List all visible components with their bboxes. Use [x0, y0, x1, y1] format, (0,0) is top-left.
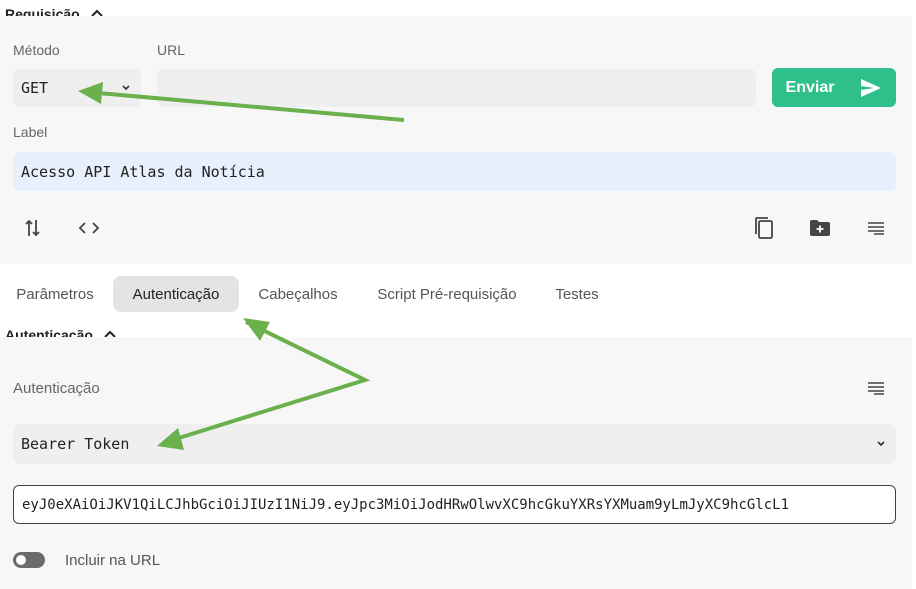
method-value: GET	[21, 79, 49, 97]
method-label: Método	[13, 42, 60, 58]
copy-icon	[755, 217, 773, 239]
auth-format-button[interactable]	[864, 376, 888, 400]
tab-parametros[interactable]: Parâmetros	[0, 276, 110, 312]
send-icon	[861, 78, 882, 97]
method-select[interactable]: GET	[13, 69, 141, 107]
sort-button[interactable]	[21, 216, 45, 240]
format-lines-icon	[868, 382, 884, 395]
new-folder-button[interactable]	[808, 216, 832, 240]
tab-label: Script Pré-requisição	[377, 285, 517, 303]
label-field-label: Label	[13, 124, 48, 140]
bearer-token-input[interactable]: eyJ0eXAiOiJKV1QiLCJhbGciOiJIUzI1NiJ9.eyJ…	[13, 485, 896, 524]
auth-type-value: Bearer Token	[21, 435, 130, 453]
include-in-url-toggle[interactable]	[13, 552, 45, 568]
send-button-label: Enviar	[785, 78, 835, 96]
tab-label: Parâmetros	[16, 285, 94, 303]
code-button[interactable]	[77, 216, 101, 240]
sort-arrows-icon	[25, 219, 40, 237]
tab-label: Testes	[555, 285, 599, 303]
tab-testes[interactable]: Testes	[542, 276, 612, 312]
tab-script-pre-requisicao[interactable]: Script Pré-requisição	[362, 276, 532, 312]
copy-button[interactable]	[752, 216, 776, 240]
folder-plus-icon	[810, 220, 830, 236]
format-button[interactable]	[864, 216, 888, 240]
tab-autenticacao[interactable]: Autenticação	[113, 276, 239, 312]
send-button[interactable]: Enviar	[772, 68, 896, 107]
auth-type-label: Autenticação	[13, 380, 100, 397]
code-icon	[78, 222, 100, 234]
tab-cabecalhos[interactable]: Cabeçalhos	[245, 276, 351, 312]
url-label: URL	[157, 42, 186, 58]
tab-label: Autenticação	[132, 285, 220, 303]
label-input[interactable]: Acesso API Atlas da Notícia	[13, 152, 896, 191]
auth-type-select[interactable]: Bearer Token	[13, 424, 896, 464]
url-input[interactable]	[157, 69, 756, 107]
chevron-down-icon	[122, 85, 130, 91]
format-lines-icon	[868, 222, 884, 235]
chevron-down-icon	[877, 441, 885, 447]
tab-label: Cabeçalhos	[258, 285, 338, 303]
toggle-knob	[16, 555, 26, 565]
include-in-url-label: Incluir na URL	[65, 552, 161, 569]
